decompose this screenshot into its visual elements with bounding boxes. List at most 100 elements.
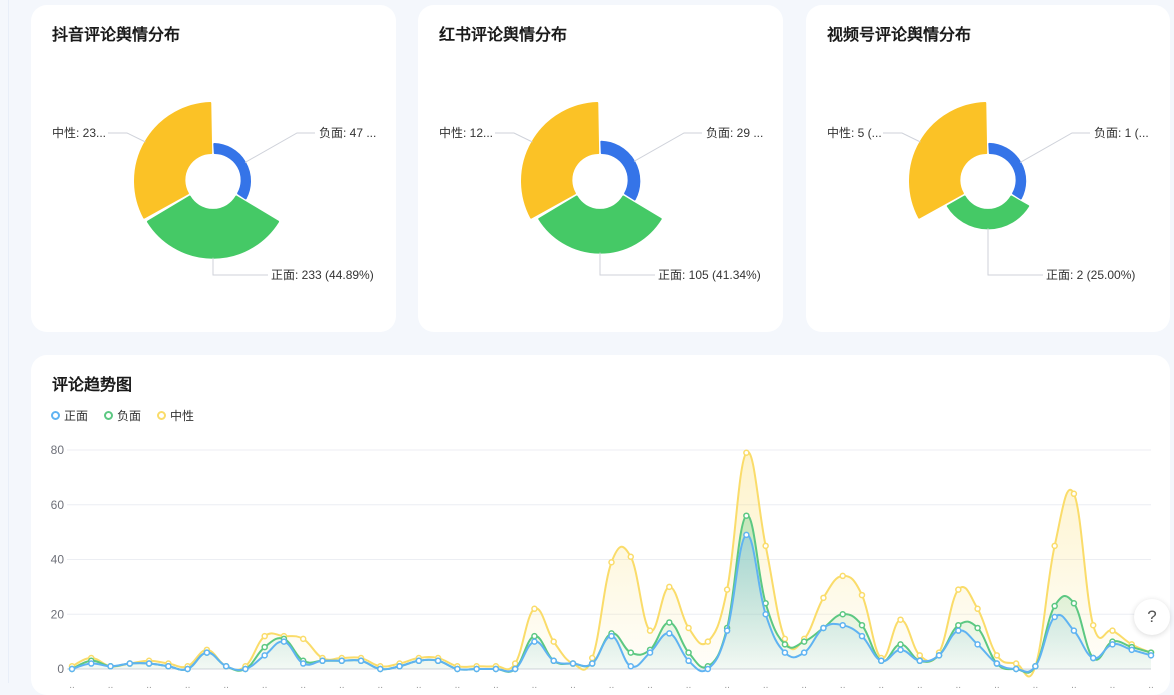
data-point[interactable]: [415, 657, 423, 665]
data-point[interactable]: [608, 632, 615, 640]
data-point[interactable]: [627, 553, 635, 561]
data-point[interactable]: [666, 630, 673, 637]
data-point[interactable]: [878, 657, 885, 665]
data-point[interactable]: [974, 624, 981, 632]
data-point[interactable]: [588, 654, 596, 662]
data-point[interactable]: [145, 660, 153, 667]
data-point[interactable]: [743, 512, 750, 519]
data-point[interactable]: [454, 665, 461, 673]
data-point[interactable]: [704, 638, 712, 645]
data-point[interactable]: [203, 649, 211, 656]
data-point[interactable]: [743, 531, 750, 539]
data-point[interactable]: [608, 558, 615, 566]
pie-slice-负面[interactable]: [600, 140, 641, 201]
pie-slice-中性[interactable]: [134, 102, 213, 219]
data-point[interactable]: [897, 646, 904, 654]
data-point[interactable]: [858, 621, 866, 629]
data-point[interactable]: [357, 657, 365, 665]
data-point[interactable]: [685, 657, 692, 665]
data-point[interactable]: [184, 665, 191, 673]
data-point[interactable]: [723, 627, 731, 634]
data-point[interactable]: [627, 663, 635, 670]
data-point[interactable]: [762, 611, 769, 618]
data-point[interactable]: [916, 652, 924, 659]
data-point[interactable]: [666, 583, 673, 591]
data-point[interactable]: [800, 638, 808, 645]
data-point[interactable]: [993, 660, 1001, 667]
data-point[interactable]: [839, 621, 846, 629]
data-point[interactable]: [762, 542, 769, 550]
data-point[interactable]: [781, 649, 789, 656]
data-point[interactable]: [743, 449, 750, 456]
data-point[interactable]: [685, 649, 692, 656]
data-point[interactable]: [88, 660, 95, 667]
data-point[interactable]: [1089, 654, 1097, 662]
data-point[interactable]: [511, 665, 519, 673]
data-point[interactable]: [666, 619, 673, 626]
data-point[interactable]: [685, 624, 692, 632]
data-point[interactable]: [858, 632, 866, 640]
data-point[interactable]: [820, 624, 827, 632]
data-point[interactable]: [1109, 641, 1116, 648]
data-point[interactable]: [723, 586, 731, 593]
data-point[interactable]: [916, 657, 924, 665]
data-point[interactable]: [222, 663, 230, 670]
pie-slice-中性[interactable]: [521, 102, 600, 219]
data-point[interactable]: [1070, 600, 1078, 607]
data-point[interactable]: [165, 663, 172, 670]
data-point[interactable]: [1051, 542, 1058, 550]
data-point[interactable]: [974, 641, 981, 648]
data-point[interactable]: [935, 652, 943, 659]
data-point[interactable]: [839, 572, 846, 580]
data-point[interactable]: [299, 635, 307, 643]
data-point[interactable]: [588, 660, 596, 667]
pie-slice-正面[interactable]: [946, 195, 1030, 230]
data-point[interactable]: [1051, 602, 1058, 610]
data-point[interactable]: [1147, 652, 1155, 659]
data-point[interactable]: [531, 632, 538, 640]
data-point[interactable]: [492, 665, 500, 673]
data-point[interactable]: [280, 638, 288, 645]
data-point[interactable]: [1032, 663, 1039, 670]
data-point[interactable]: [261, 652, 268, 659]
data-point[interactable]: [1109, 627, 1116, 634]
data-point[interactable]: [1089, 621, 1097, 629]
data-point[interactable]: [993, 652, 1001, 659]
data-point[interactable]: [299, 660, 307, 667]
data-point[interactable]: [1128, 646, 1135, 654]
data-point[interactable]: [68, 665, 76, 673]
pie-slice-负面[interactable]: [988, 142, 1027, 200]
data-point[interactable]: [955, 627, 962, 634]
help-button[interactable]: ?: [1134, 599, 1170, 635]
pie-slice-正面[interactable]: [538, 195, 662, 254]
data-point[interactable]: [974, 605, 981, 613]
data-point[interactable]: [839, 611, 846, 618]
data-point[interactable]: [1012, 660, 1020, 667]
data-point[interactable]: [338, 657, 345, 665]
data-point[interactable]: [1070, 490, 1078, 498]
data-point[interactable]: [531, 638, 538, 645]
data-point[interactable]: [1070, 627, 1078, 634]
data-point[interactable]: [627, 649, 635, 656]
data-point[interactable]: [550, 638, 557, 645]
data-point[interactable]: [897, 616, 904, 623]
data-point[interactable]: [955, 621, 962, 629]
data-point[interactable]: [107, 663, 114, 670]
data-point[interactable]: [473, 665, 480, 673]
data-point[interactable]: [858, 591, 866, 599]
data-point[interactable]: [126, 660, 134, 667]
data-point[interactable]: [800, 649, 808, 656]
data-point[interactable]: [261, 632, 268, 640]
data-point[interactable]: [1051, 613, 1058, 621]
data-point[interactable]: [377, 665, 384, 673]
data-point[interactable]: [319, 657, 326, 665]
data-point[interactable]: [897, 641, 904, 648]
data-point[interactable]: [704, 665, 712, 673]
pie-slice-负面[interactable]: [213, 142, 251, 200]
data-point[interactable]: [396, 663, 403, 670]
data-point[interactable]: [261, 643, 268, 651]
data-point[interactable]: [955, 586, 962, 593]
data-point[interactable]: [531, 605, 538, 613]
data-point[interactable]: [1012, 665, 1020, 673]
data-point[interactable]: [820, 594, 827, 602]
